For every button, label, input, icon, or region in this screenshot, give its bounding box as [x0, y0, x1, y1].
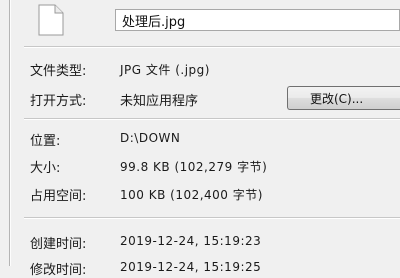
file-type-label: 文件类型:	[30, 64, 87, 79]
size-on-disk-label: 占用空间:	[30, 189, 87, 204]
window-left-border-highlight	[10, 0, 11, 266]
separator	[24, 217, 400, 219]
created-value: 2019-12-24, 15:19:23	[120, 234, 262, 248]
blank-document-icon	[38, 4, 64, 36]
file-name-input[interactable]	[115, 9, 400, 31]
change-button[interactable]: 更改(C)...	[287, 86, 400, 110]
opens-with-label: 打开方式:	[30, 94, 87, 109]
size-value: 99.8 KB (102,279 字节)	[120, 160, 268, 174]
modified-value: 2019-12-24, 15:19:25	[120, 260, 262, 274]
size-label: 大小:	[30, 161, 61, 176]
size-on-disk-value: 100 KB (102,400 字节)	[120, 188, 263, 202]
opens-with-value: 未知应用程序	[120, 94, 199, 109]
file-type-value: JPG 文件 (.jpg)	[120, 63, 210, 77]
separator	[24, 46, 400, 48]
separator	[24, 118, 400, 120]
modified-label: 修改时间:	[30, 263, 87, 278]
created-label: 创建时间:	[30, 237, 87, 252]
location-value: D:\DOWN	[120, 131, 181, 145]
location-label: 位置:	[30, 134, 61, 149]
